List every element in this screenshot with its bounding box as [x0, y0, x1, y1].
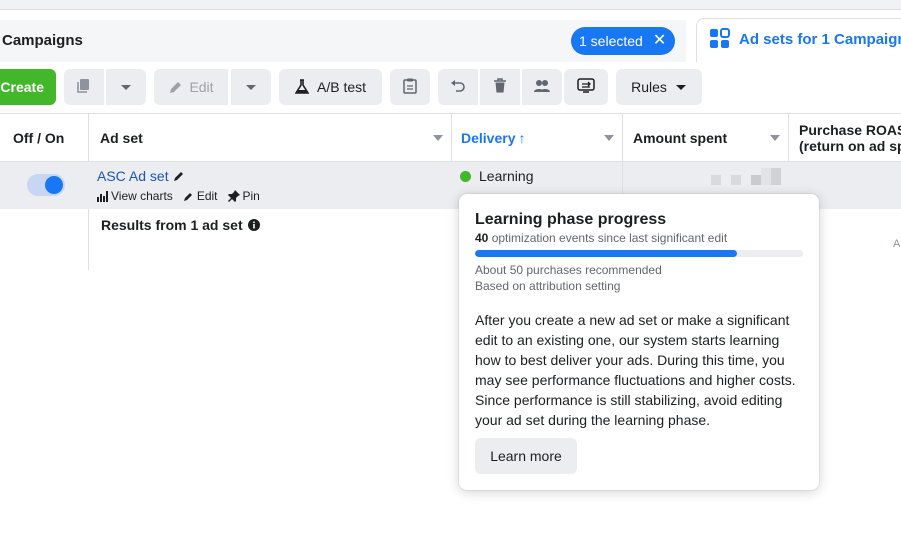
column-header-label: Off / On — [13, 130, 65, 146]
tooltip-body: After you create a new ad set or make a … — [475, 312, 796, 428]
sort-caret-icon[interactable] — [770, 135, 780, 141]
sort-ascending-icon: ↑ — [518, 130, 526, 146]
people-icon — [533, 78, 551, 97]
create-button-label: Create — [0, 79, 44, 95]
toggle-knob — [45, 176, 63, 194]
delivery-status[interactable]: Learning — [479, 168, 534, 184]
edit-dropdown-button[interactable] — [231, 69, 271, 105]
column-header-purchase-roas[interactable]: Purchase ROAS (return on ad spend) — [789, 114, 901, 162]
undo-button[interactable] — [438, 69, 478, 105]
undo-icon — [450, 79, 466, 96]
chevron-down-icon — [675, 79, 687, 95]
column-header-label: Ad set — [100, 130, 143, 146]
sort-caret-icon[interactable] — [604, 135, 614, 141]
duplicate-button[interactable] — [64, 69, 104, 105]
column-header-label: Delivery — [461, 130, 516, 146]
edit-button[interactable]: Edit — [154, 69, 228, 105]
clear-selection-icon[interactable]: ✕ — [653, 33, 666, 49]
column-header-sublabel: (return on ad spend) — [799, 138, 901, 154]
delete-button[interactable] — [480, 69, 520, 105]
results-label: Results from 1 ad set — [101, 217, 243, 233]
column-header-amount-spent[interactable]: Amount spent — [623, 114, 789, 162]
chevron-down-icon — [245, 79, 257, 95]
compare-icon — [577, 77, 595, 97]
learning-progress-bar — [475, 250, 803, 257]
pencil-icon — [168, 80, 183, 95]
tooltip-events: 40 optimization events since last signif… — [475, 231, 727, 245]
duplicate-icon — [76, 78, 92, 97]
tooltip-note-purchases: About 50 purchases recommended — [475, 263, 662, 277]
pin-link[interactable]: Pin — [227, 189, 260, 203]
column-header-label: Purchase ROAS — [799, 122, 901, 138]
ad-set-name-link[interactable]: ASC Ad set — [97, 168, 185, 184]
results-summary: Results from 1 ad set — [101, 217, 260, 233]
learn-more-button[interactable]: Learn more — [475, 438, 577, 474]
view-charts-label: View charts — [111, 189, 173, 203]
pin-link-label: Pin — [242, 189, 260, 203]
tab-ad-sets-label: Ad sets for 1 Campaign — [739, 31, 901, 48]
view-charts-link[interactable]: View charts — [97, 189, 173, 203]
rules-button[interactable]: Rules — [616, 69, 702, 105]
duplicate-dropdown-button[interactable] — [106, 69, 146, 105]
chevron-down-icon — [120, 79, 132, 95]
ad-set-toggle[interactable] — [27, 174, 65, 196]
pencil-icon — [183, 192, 192, 201]
top-strip — [0, 0, 901, 10]
trash-icon — [493, 77, 507, 97]
column-header-label: Amount spent — [633, 130, 728, 146]
learn-more-label: Learn more — [490, 448, 562, 464]
compare-button[interactable] — [564, 69, 608, 105]
events-text: optimization events since last significa… — [488, 231, 728, 245]
truncated-cell-text: A — [893, 238, 901, 250]
learning-phase-tooltip: Learning phase progress 40 optimization … — [459, 194, 819, 490]
selected-count-label: 1 selected — [579, 33, 643, 49]
edit-link-label: Edit — [196, 189, 218, 203]
column-header-ad-set[interactable]: Ad set — [89, 114, 452, 162]
bar-chart-icon — [97, 190, 108, 202]
column-header-off-on: Off / On — [0, 114, 89, 162]
edit-link[interactable]: Edit — [183, 189, 218, 203]
column-header-delivery[interactable]: Delivery ↑ — [452, 114, 623, 162]
tooltip-note-attribution: Based on attribution setting — [475, 279, 621, 293]
ad-set-name[interactable]: ASC Ad set — [97, 168, 169, 184]
tooltip-title: Learning phase progress — [475, 211, 667, 228]
edit-button-label: Edit — [189, 79, 214, 95]
ab-test-button[interactable]: A/B test — [279, 69, 382, 105]
info-icon[interactable] — [247, 219, 260, 231]
column-divider — [88, 209, 89, 270]
grid-icon — [709, 28, 731, 55]
table-header: Off / On Ad set Delivery ↑ Amount spent … — [0, 113, 901, 162]
tab-ad-sets[interactable]: Ad sets for 1 Campaign — [696, 18, 901, 62]
flask-icon — [294, 79, 309, 95]
clipboard-button[interactable] — [390, 69, 430, 105]
create-button[interactable]: Create — [0, 69, 56, 105]
audience-button[interactable] — [522, 69, 562, 105]
row-actions: View charts Edit Pin — [97, 189, 260, 203]
status-dot — [460, 171, 471, 182]
pencil-icon[interactable] — [173, 170, 185, 182]
ab-test-label: A/B test — [316, 79, 367, 95]
rules-label: Rules — [631, 79, 667, 95]
events-count: 40 — [475, 231, 489, 245]
learning-progress-fill — [475, 250, 738, 257]
selected-badge[interactable]: 1 selected ✕ — [571, 27, 675, 55]
pin-icon — [227, 190, 240, 202]
clipboard-icon — [403, 78, 417, 97]
page-title: Campaigns — [2, 32, 83, 49]
sort-caret-icon[interactable] — [433, 135, 443, 141]
